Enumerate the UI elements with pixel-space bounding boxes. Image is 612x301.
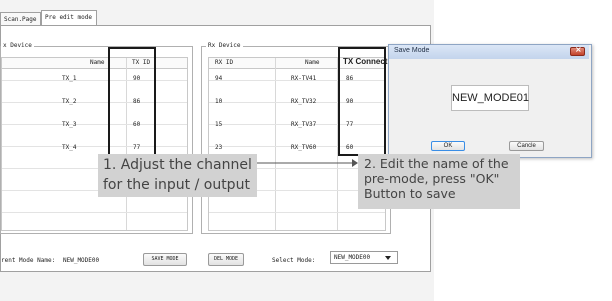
select-mode-value: NEW_MODE00: [334, 254, 371, 261]
tx-device-grid[interactable]: Name TX ID TX_1 90 TX_2 86 TX_3 60 TX_4 …: [1, 57, 188, 231]
select-mode-dropdown[interactable]: NEW_MODE00: [330, 251, 398, 264]
highlight-tx-id-column: [108, 47, 156, 156]
tab-scan-page[interactable]: Scan.Page: [0, 12, 41, 25]
ok-button[interactable]: OK: [431, 141, 465, 151]
tx-row-4-name: TX_4: [62, 144, 77, 151]
tx-row-2-name: TX_2: [62, 98, 77, 105]
save-mode-button[interactable]: SAVE MODE: [143, 253, 187, 266]
rx-row-3-id: 15: [215, 121, 223, 128]
tx-row-3-name: TX_3: [62, 121, 77, 128]
dialog-close-button[interactable]: ×: [570, 45, 585, 56]
callout-adjust-line1: 1. Adjust the channel: [103, 157, 252, 173]
highlight-tx-connect-column: [338, 47, 386, 156]
close-icon: ×: [575, 45, 582, 54]
current-mode-label: rent Mode Name:: [1, 257, 56, 264]
current-mode-value: NEW_MODE00: [63, 257, 100, 264]
dialog-title: Save Mode: [394, 47, 430, 54]
chevron-down-icon: [385, 256, 391, 260]
arrow-connector: [257, 159, 358, 167]
mode-name-input[interactable]: NEW_MODE01: [451, 85, 529, 111]
rx-row-4-name: RX_TV60: [291, 144, 317, 151]
tx-row-1-name: TX_1: [62, 75, 77, 82]
rx-col-rxid: RX ID: [215, 59, 234, 66]
rx-device-group-label: Rx Device: [206, 42, 243, 49]
callout-edit-line3: Button to save: [364, 186, 456, 201]
callout-edit-line1: 2. Edit the name of the: [364, 156, 509, 171]
rx-row-2-name: RX_TV32: [291, 98, 317, 105]
callout-edit-name: 2. Edit the name of the pre-mode, press …: [358, 154, 520, 209]
select-mode-label: Select Mode:: [272, 257, 316, 264]
rx-row-1-id: 94: [215, 75, 223, 82]
callout-adjust-channel: 1. Adjust the channel for the input / ou…: [98, 154, 257, 197]
rx-row-4-id: 23: [215, 144, 223, 151]
save-mode-dialog: Save Mode × NEW_MODE01 OK Cancle: [388, 44, 592, 158]
rx-row-2-id: 10: [215, 98, 223, 105]
del-mode-button[interactable]: DEL MODE: [208, 253, 244, 266]
tab-pre-edit-mode[interactable]: Pre edit mode: [41, 10, 97, 25]
rx-row-3-name: RX_TV37: [291, 121, 317, 128]
dialog-titlebar: Save Mode ×: [389, 45, 589, 59]
callout-adjust-line2: for the input / output: [103, 177, 250, 193]
cancel-button[interactable]: Cancle: [509, 141, 544, 151]
tx-col-name: Name: [90, 59, 105, 66]
tx-device-group-label: x Device: [1, 42, 34, 49]
rx-col-name: Name: [305, 59, 320, 66]
rx-row-1-name: RX-TV41: [291, 75, 317, 82]
callout-edit-line2: pre-mode, press "OK": [364, 171, 500, 186]
